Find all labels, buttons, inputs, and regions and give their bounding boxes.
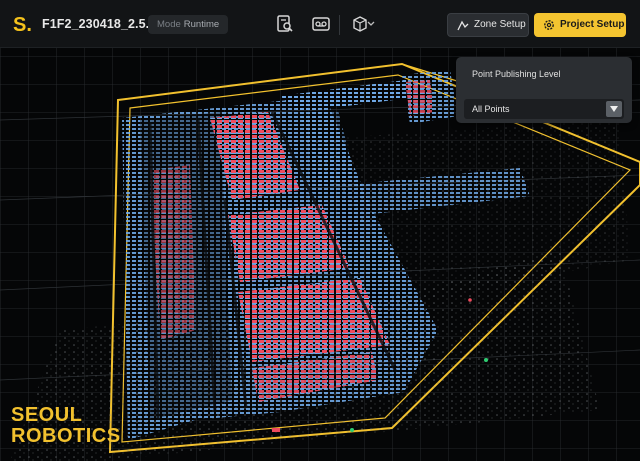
gear-icon <box>544 20 554 30</box>
brand-line-1: SEOUL <box>11 404 83 426</box>
chevron-down-icon[interactable] <box>366 19 376 29</box>
dropdown-arrow-icon[interactable] <box>606 101 622 117</box>
brand-watermark: SEOUL ROBOTICS <box>11 405 121 447</box>
toolbar-divider <box>339 15 340 35</box>
project-setup-label: Project Setup <box>560 19 625 30</box>
brand-line-2: ROBOTICS <box>11 425 121 447</box>
top-bar: S. F1F2_230418_2.5.8 Mode Runtime Zone Se… <box>0 0 640 48</box>
mode-badge: Mode Runtime <box>148 15 229 34</box>
app-logo: S. <box>13 14 32 36</box>
record-icon[interactable] <box>311 14 331 34</box>
point-publishing-panel: Point Publishing Level All Points <box>456 57 632 123</box>
zone-setup-label: Zone Setup <box>474 19 526 30</box>
point-level-value: All Points <box>472 104 510 114</box>
mode-value: Runtime <box>183 19 220 30</box>
project-setup-button[interactable]: Project Setup <box>534 13 626 37</box>
panel-title: Point Publishing Level <box>472 69 561 79</box>
search-document-icon[interactable] <box>275 14 295 34</box>
zone-setup-button[interactable]: Zone Setup <box>447 13 529 37</box>
point-level-select[interactable]: All Points <box>464 99 624 119</box>
project-name: F1F2_230418_2.5.8 <box>42 17 157 31</box>
mode-label: Mode <box>157 19 181 30</box>
zone-icon <box>457 20 469 31</box>
